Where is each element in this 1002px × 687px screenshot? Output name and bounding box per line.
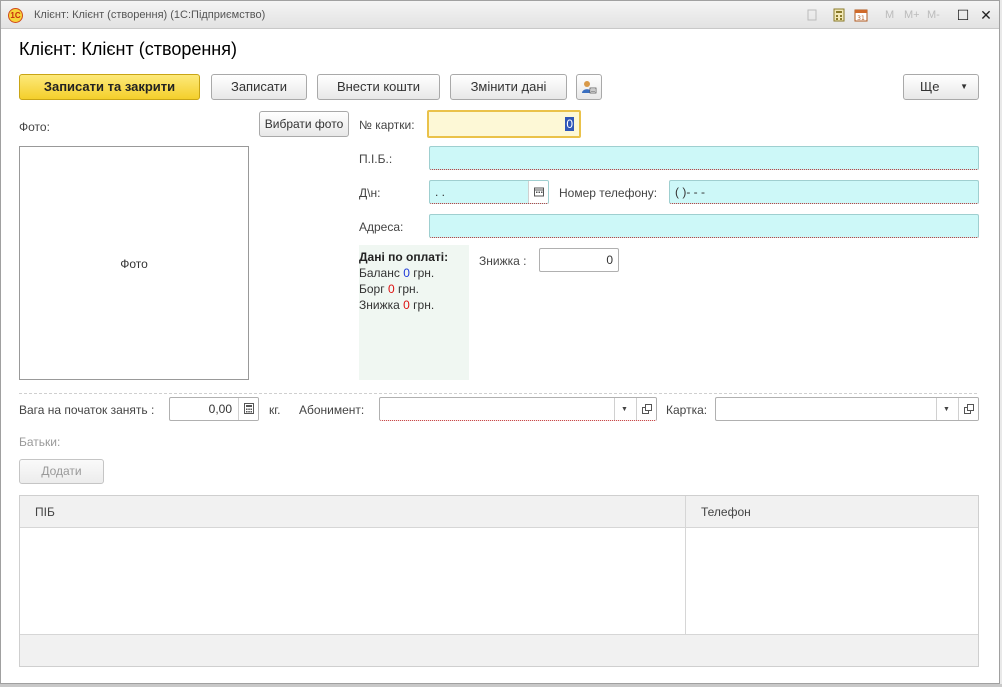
weight-calculator-button[interactable]: [238, 398, 258, 420]
discount-field[interactable]: 0: [539, 248, 619, 272]
subscription-label: Абонимент:: [299, 403, 365, 417]
title-bar: 1С Клієнт: Клієнт (створення) (1С:Підпри…: [1, 1, 999, 29]
birthdate-label: Д\н:: [359, 186, 381, 200]
discount-currency: грн.: [413, 298, 435, 312]
pin-icon[interactable]: [805, 8, 819, 22]
debt-currency: грн.: [397, 282, 419, 296]
column-header-phone[interactable]: Телефон: [701, 496, 751, 528]
user-card-icon: [582, 81, 597, 94]
weight-unit: кг.: [269, 403, 281, 417]
change-data-button[interactable]: Змінити дані: [450, 74, 567, 100]
choose-photo-button[interactable]: Вибрати фото: [259, 111, 349, 137]
parents-table[interactable]: ПІБ Телефон: [19, 495, 979, 667]
debt-line: Борг 0 грн.: [359, 282, 419, 296]
birthdate-value: . .: [435, 185, 446, 199]
phone-field[interactable]: ( )- - -: [669, 180, 979, 204]
photo-label: Фото:: [19, 120, 50, 134]
card-open-button[interactable]: [958, 398, 978, 420]
card-number-label: № картки:: [359, 118, 415, 132]
photo-box[interactable]: Фото: [19, 146, 249, 380]
client-form-window: 1С Клієнт: Клієнт (створення) (1С:Підпри…: [0, 0, 1000, 684]
card-number-value: 0: [565, 117, 574, 131]
calculator-icon[interactable]: [832, 8, 846, 22]
card-label: Картка:: [666, 403, 708, 417]
payment-heading: Дані по оплаті:: [359, 250, 449, 264]
svg-text:31: 31: [857, 15, 865, 22]
calculator-icon: [243, 403, 254, 414]
weight-value: 0,00: [208, 402, 232, 416]
form-title: Клієнт: Клієнт (створення): [19, 39, 237, 59]
open-form-icon: [963, 404, 974, 414]
table-header: ПІБ Телефон: [20, 496, 978, 528]
deposit-funds-button[interactable]: Внести кошти: [317, 74, 440, 100]
column-header-name[interactable]: ПІБ: [35, 496, 55, 528]
subscription-dropdown-button[interactable]: ▼: [614, 398, 634, 420]
name-label: П.І.Б.:: [359, 152, 393, 166]
debt-value: 0: [387, 282, 395, 296]
card-dropdown-button[interactable]: ▼: [936, 398, 956, 420]
parents-label: Батьки:: [19, 435, 61, 449]
subscription-open-button[interactable]: [636, 398, 656, 420]
card-field[interactable]: ▼: [715, 397, 979, 421]
chevron-down-icon: ▼: [960, 82, 968, 91]
address-label: Адреса:: [359, 220, 404, 234]
address-field[interactable]: [429, 214, 979, 238]
window-title: Клієнт: Клієнт (створення) (1С:Підприємс…: [34, 9, 266, 21]
more-label: Ще: [920, 79, 940, 94]
chevron-down-icon: ▼: [621, 406, 628, 413]
discount-line: Знижка 0 грн.: [359, 298, 434, 312]
discount-prefix: Знижка: [359, 298, 400, 312]
app-logo-icon: 1С: [8, 8, 23, 23]
section-divider: [19, 393, 977, 394]
discount-amount: 0: [403, 298, 410, 312]
calendar-icon: [533, 187, 544, 197]
memory-m-button[interactable]: M: [885, 9, 894, 21]
memory-minus-button[interactable]: M-: [927, 9, 940, 21]
debt-prefix: Борг: [359, 282, 385, 296]
calendar-icon[interactable]: 31: [854, 8, 868, 22]
calendar-picker-button[interactable]: [528, 181, 548, 203]
name-field[interactable]: [429, 146, 979, 170]
save-and-close-button[interactable]: Записати та закрити: [19, 74, 200, 100]
subscription-field[interactable]: ▼: [379, 397, 657, 421]
add-parent-button[interactable]: Додати: [19, 459, 104, 484]
balance-prefix: Баланс: [359, 266, 400, 280]
memory-plus-button[interactable]: M+: [904, 9, 920, 21]
payment-info-panel: Дані по оплаті: Баланс 0 грн. Борг 0 грн…: [359, 245, 469, 380]
close-button[interactable]: ✕: [976, 5, 996, 25]
balance-currency: грн.: [413, 266, 435, 280]
more-actions-button[interactable]: Ще ▼: [903, 74, 979, 100]
open-form-icon: [641, 404, 652, 414]
balance-line: Баланс 0 грн.: [359, 266, 434, 280]
photo-placeholder: Фото: [120, 257, 148, 271]
restore-button[interactable]: ☐: [953, 5, 973, 25]
weight-field[interactable]: 0,00: [169, 397, 259, 421]
card-number-field[interactable]: 0: [427, 110, 581, 138]
discount-label: Знижка :: [479, 254, 527, 268]
save-button[interactable]: Записати: [211, 74, 307, 100]
balance-value: 0: [403, 266, 410, 280]
chevron-down-icon: ▼: [943, 406, 950, 413]
weight-label: Вага на початок занять :: [19, 403, 155, 417]
birthdate-field[interactable]: . .: [429, 180, 549, 204]
table-footer: [20, 634, 978, 666]
user-card-button[interactable]: [576, 74, 602, 100]
phone-label: Номер телефону:: [559, 186, 658, 200]
